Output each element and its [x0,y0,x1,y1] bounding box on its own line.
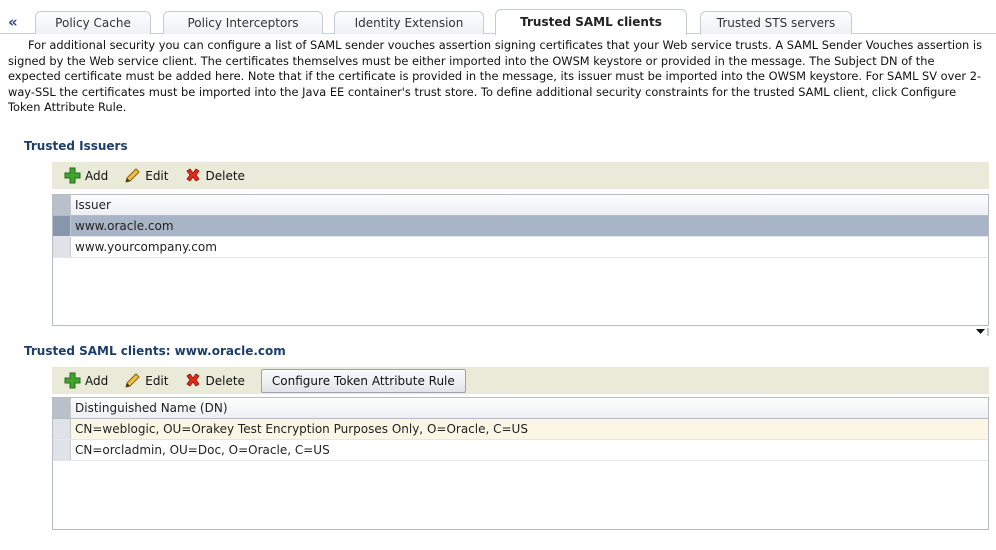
clients-table-header: Distinguished Name (DN) [53,398,988,419]
row-header-corner [53,195,71,215]
tab-identity-extension[interactable]: Identity Extension [334,11,484,34]
tab-label: Identity Extension [354,16,464,30]
trusted-issuers-title: Trusted Issuers [24,139,128,153]
configure-token-attribute-rule-button[interactable]: Configure Token Attribute Rule [260,368,466,393]
issuers-add-button[interactable]: Add [64,167,108,184]
clients-delete-button[interactable]: Delete [184,372,245,389]
table-row[interactable]: www.yourcompany.com [53,237,988,258]
dn-cell: CN=weblogic, OU=Orakey Test Encryption P… [75,422,528,436]
clients-toolbar: Add Edit Delete Configure Token Attribut… [52,367,989,394]
issuers-edit-button[interactable]: Edit [124,167,168,184]
issuer-cell: www.oracle.com [75,219,174,233]
delete-icon [184,167,201,184]
dn-cell: CN=orcladmin, OU=Doc, O=Oracle, C=US [75,443,330,457]
tab-bar: « Policy Cache Policy Interceptors Ident… [0,0,996,35]
tab-trusted-saml-clients[interactable]: Trusted SAML clients [495,9,687,35]
tab-trusted-sts-servers[interactable]: Trusted STS servers [700,11,852,34]
row-header-corner [53,398,71,418]
tab-policy-cache[interactable]: Policy Cache [35,11,151,34]
row-selector[interactable] [53,237,71,257]
issuers-table-header: Issuer [53,195,988,216]
issuers-table: Issuer www.oracle.com www.yourcompany.co… [52,194,989,326]
add-label: Add [85,373,109,388]
pencil-icon [124,167,141,184]
edit-label: Edit [145,168,169,183]
row-selector[interactable] [53,440,71,460]
pencil-icon [124,372,141,389]
issuer-cell: www.yourcompany.com [75,240,217,254]
table-row[interactable]: CN=orcladmin, OU=Doc, O=Oracle, C=US [53,440,988,461]
tab-label: Trusted STS servers [716,16,836,30]
tab-label: Policy Interceptors [187,16,299,30]
add-label: Add [85,168,109,183]
row-selector[interactable] [53,419,71,439]
table-row[interactable]: www.oracle.com [53,216,988,237]
table-row[interactable]: CN=weblogic, OU=Orakey Test Encryption P… [53,419,988,440]
column-header-dn[interactable]: Distinguished Name (DN) [71,398,228,418]
collapse-tabs-icon[interactable]: « [8,15,18,30]
delete-label: Delete [205,168,245,183]
row-selector[interactable] [53,216,71,236]
clients-edit-button[interactable]: Edit [124,372,168,389]
clients-table: Distinguished Name (DN) CN=weblogic, OU=… [52,397,989,530]
tab-label: Trusted SAML clients [520,15,662,29]
tab-label: Policy Cache [55,16,131,30]
issuers-delete-button[interactable]: Delete [184,167,245,184]
tab-policy-interceptors[interactable]: Policy Interceptors [163,11,323,34]
edit-label: Edit [145,373,169,388]
add-icon [64,167,81,184]
column-header-issuer[interactable]: Issuer [71,195,111,215]
description-text: For additional security you can configur… [8,38,982,114]
delete-label: Delete [205,373,245,388]
add-icon [64,372,81,389]
delete-icon [184,372,201,389]
trusted-saml-clients-title: Trusted SAML clients: www.oracle.com [24,344,286,358]
clients-add-button[interactable]: Add [64,372,108,389]
issuers-toolbar: Add Edit Delete [52,162,989,189]
scroll-down-arrow-icon[interactable] [956,325,990,336]
